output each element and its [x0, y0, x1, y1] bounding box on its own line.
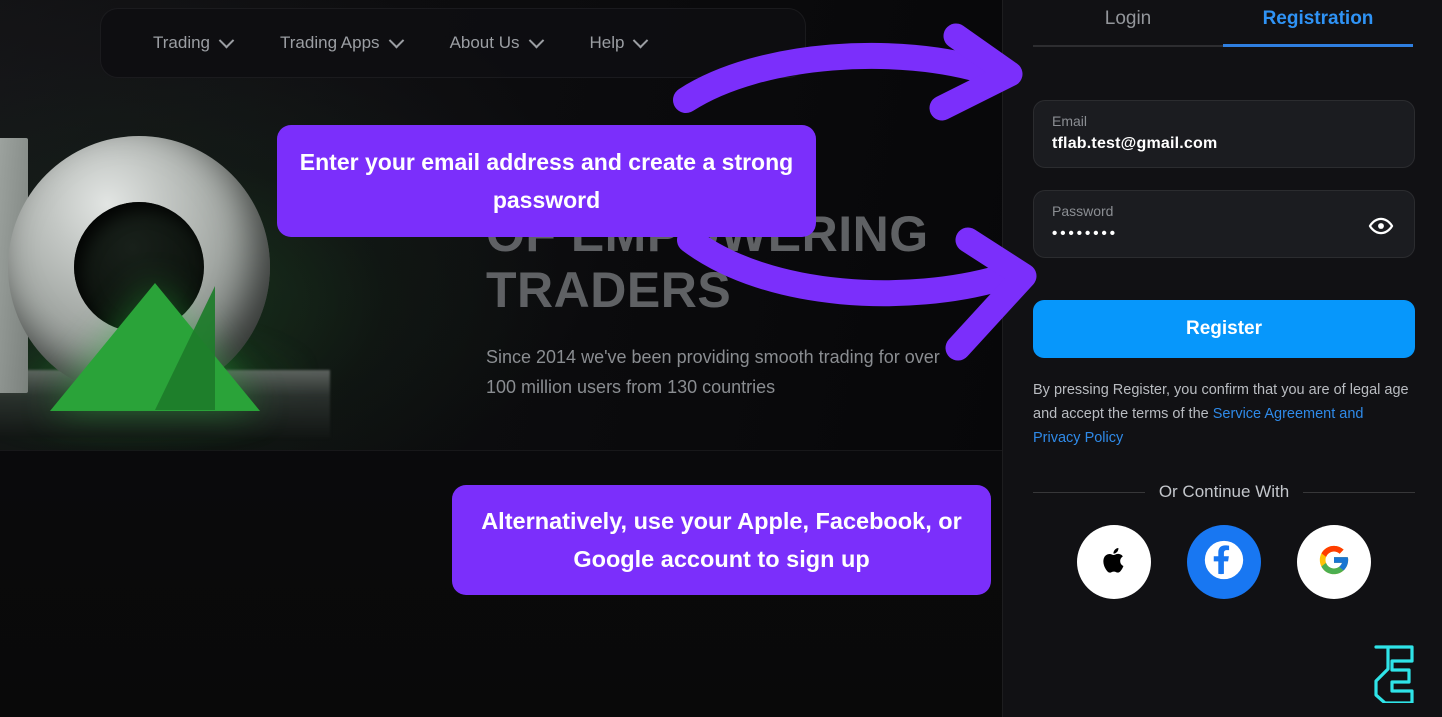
chevron-down-icon — [218, 32, 235, 48]
top-navigation-bar: Trading Trading Apps About Us Help — [100, 8, 806, 78]
tab-login[interactable]: Login — [1033, 8, 1223, 47]
chevron-down-icon — [388, 32, 404, 48]
nav-item-about-us[interactable]: About Us — [449, 32, 544, 53]
or-continue-divider: Or Continue With — [1033, 482, 1416, 502]
tab-registration[interactable]: Registration — [1223, 8, 1413, 47]
email-field[interactable]: Email tflab.test@gmail.com — [1033, 100, 1415, 168]
divider-line-right — [1303, 491, 1416, 493]
green-pyramid-side-face — [155, 286, 215, 410]
nav-item-label: Trading — [153, 33, 211, 52]
register-button[interactable]: Register — [1033, 300, 1415, 358]
screenshot-root: OF EMPOWERING TRADERS Since 2014 we've b… — [0, 0, 1442, 717]
nav-item-label: Trading Apps — [280, 33, 380, 52]
apple-icon — [1097, 543, 1131, 582]
google-icon — [1317, 543, 1351, 582]
hero-headline: OF EMPOWERING TRADERS — [486, 206, 929, 318]
auth-tabs: Login Registration — [1033, 8, 1413, 47]
password-field-value: •••••••• — [1052, 225, 1119, 242]
hero-lower-section: itability 123 Assets — [0, 451, 1002, 717]
facebook-icon — [1201, 537, 1247, 588]
password-field[interactable]: Password •••••••• — [1033, 190, 1415, 258]
social-login-buttons — [1033, 525, 1415, 599]
email-field-label: Email — [1052, 113, 1088, 129]
nav-item-label: About Us — [449, 33, 520, 52]
facebook-login-button[interactable] — [1187, 525, 1261, 599]
nav-item-help[interactable]: Help — [589, 32, 649, 53]
divider-line-left — [1033, 491, 1145, 493]
nav-item-trading[interactable]: Trading — [153, 32, 235, 53]
terms-disclaimer: By pressing Register, you confirm that y… — [1033, 378, 1415, 450]
nav-item-label: Help — [589, 33, 625, 52]
email-field-value: tflab.test@gmail.com — [1052, 135, 1218, 152]
hero-3d-number-graphic — [0, 118, 330, 448]
password-field-label: Password — [1052, 203, 1114, 219]
hero-subheadline: Since 2014 we've been providing smooth t… — [486, 347, 940, 397]
or-continue-label: Or Continue With — [1158, 482, 1290, 501]
chevron-down-icon — [633, 32, 649, 48]
eye-icon[interactable] — [1368, 213, 1394, 239]
brand-logo-icon[interactable] — [1366, 641, 1420, 705]
chevron-down-icon — [528, 32, 544, 48]
nav-item-trading-apps[interactable]: Trading Apps — [280, 32, 404, 53]
hero-panel: OF EMPOWERING TRADERS Since 2014 we've b… — [0, 0, 1002, 717]
google-login-button[interactable] — [1297, 525, 1371, 599]
apple-login-button[interactable] — [1077, 525, 1151, 599]
auth-side-panel: Login Registration Email tflab.test@gmai… — [1002, 0, 1442, 717]
